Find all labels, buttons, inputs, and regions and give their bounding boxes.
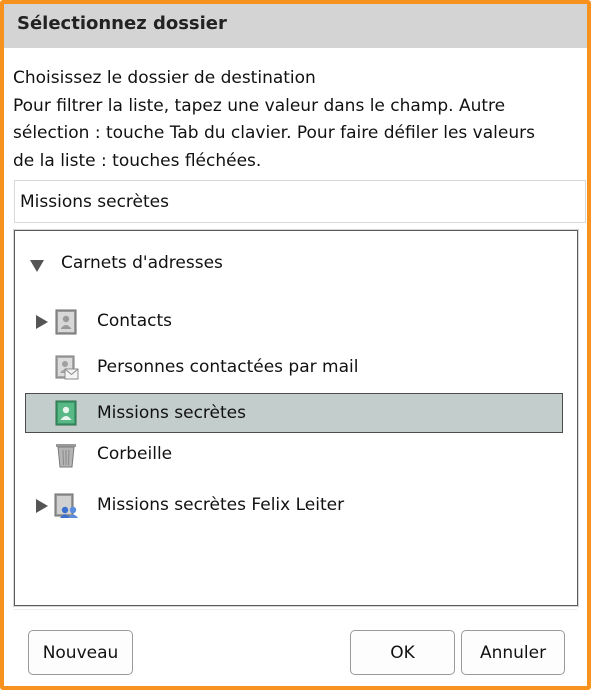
tree-item-label: Corbeille — [97, 444, 173, 464]
tree-item-secret-missions[interactable]: Missions secrètes — [25, 393, 563, 433]
instruction-line: Pour filtrer la liste, tapez une valeur … — [13, 95, 506, 116]
folder-tree[interactable]: Carnets d'adresses Contacts Personnes co… — [13, 229, 579, 607]
shared-address-book-icon — [54, 493, 78, 518]
collapsed-triangle-icon[interactable] — [33, 314, 49, 330]
tree-item-label: Missions secrètes — [97, 403, 246, 423]
trash-icon — [56, 444, 76, 468]
address-book-icon — [55, 309, 77, 335]
tree-item-trash[interactable]: Corbeille — [25, 437, 563, 473]
address-book-green-icon — [55, 400, 77, 426]
tree-item-label: Missions secrètes Felix Leiter — [97, 495, 345, 515]
tree-root-label: Carnets d'adresses — [61, 253, 223, 273]
tree-item-contacts[interactable]: Contacts — [25, 304, 563, 340]
collected-addresses-icon — [55, 355, 79, 380]
dialog-instructions: Choisissez le dossier de destination Pou… — [13, 65, 583, 175]
expanded-triangle-icon[interactable] — [29, 258, 45, 274]
filter-input[interactable] — [14, 180, 586, 223]
button-bar-divider — [14, 609, 577, 610]
tree-item-label: Personnes contactées par mail — [97, 357, 359, 377]
collapsed-triangle-icon[interactable] — [33, 498, 49, 514]
instruction-line: Choisissez le dossier de destination — [13, 68, 316, 88]
select-folder-dialog: Sélectionnez dossier Choisissez le dossi… — [0, 0, 591, 690]
cancel-button[interactable]: Annuler — [461, 630, 565, 675]
instruction-line: sélection : touche Tab du clavier. Pour … — [13, 123, 535, 143]
tree-item-label: Contacts — [97, 311, 172, 331]
dialog-titlebar: Sélectionnez dossier — [4, 4, 587, 48]
new-button[interactable]: Nouveau — [28, 630, 133, 675]
tree-root-address-books[interactable]: Carnets d'adresses — [25, 246, 563, 282]
tree-item-collected-addresses[interactable]: Personnes contactées par mail — [25, 350, 563, 386]
ok-button[interactable]: OK — [350, 630, 455, 675]
instruction-line: de la liste : touches fléchées. — [13, 150, 262, 171]
tree-item-felix-leiter[interactable]: Missions secrètes Felix Leiter — [25, 488, 563, 524]
dialog-title: Sélectionnez dossier — [17, 13, 227, 34]
